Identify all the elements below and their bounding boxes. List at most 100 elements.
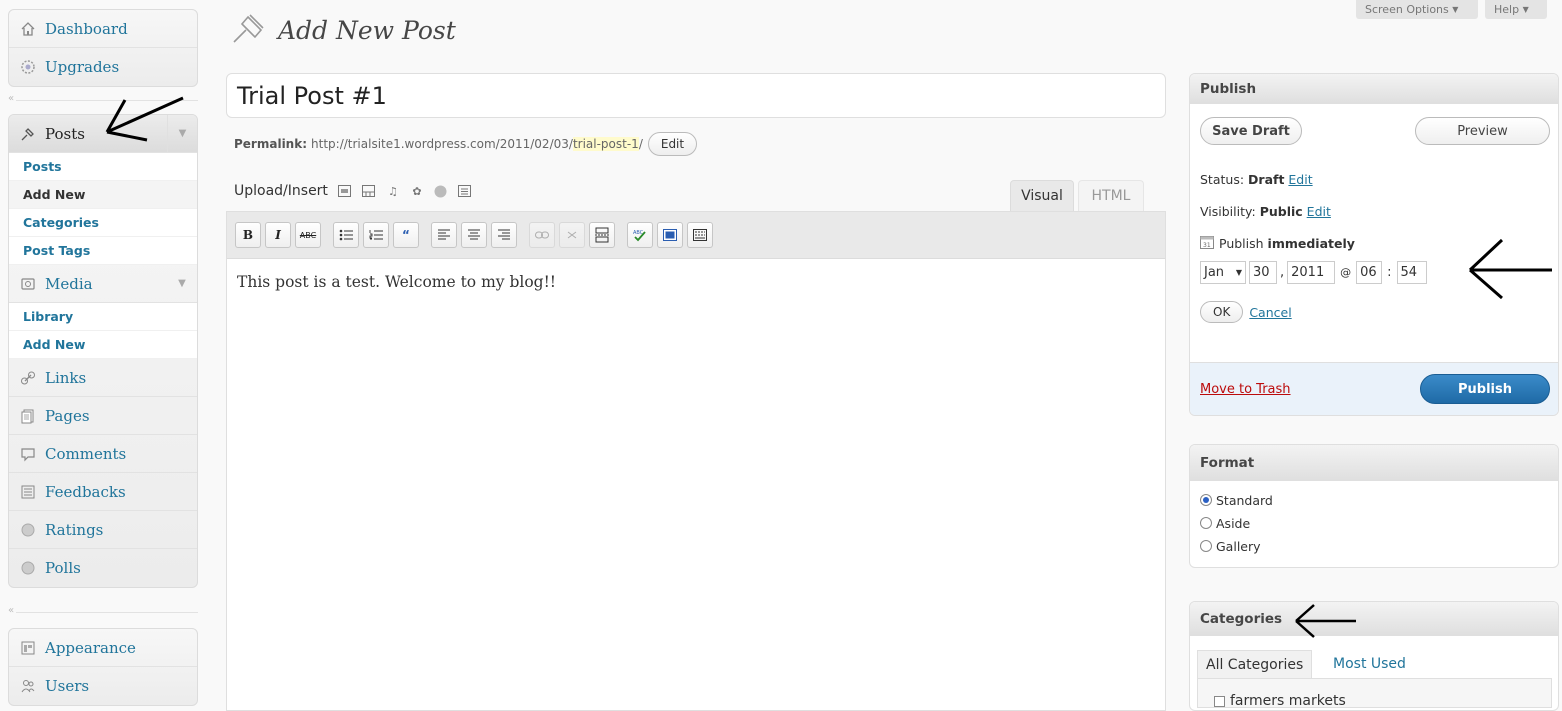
add-poll-icon[interactable] bbox=[434, 184, 448, 198]
editor-content[interactable]: This post is a test. Welcome to my blog!… bbox=[227, 259, 1165, 305]
format-box: Format Standard Aside Gallery bbox=[1189, 444, 1559, 568]
timestamp-actions: OK Cancel bbox=[1200, 301, 1292, 323]
minute-input[interactable]: 54 bbox=[1396, 261, 1427, 284]
insert-link-icon[interactable] bbox=[529, 222, 555, 248]
italic-icon[interactable]: I bbox=[265, 222, 291, 248]
format-option-label: Gallery bbox=[1216, 539, 1261, 554]
publish-button[interactable]: Publish bbox=[1420, 374, 1550, 404]
submenu-item-add-new[interactable]: Add New bbox=[9, 181, 197, 209]
sidebar-item-label: Media bbox=[45, 274, 93, 293]
blockquote-icon[interactable]: “ bbox=[393, 222, 419, 248]
visibility-edit-link[interactable]: Edit bbox=[1307, 204, 1331, 219]
tab-all-categories[interactable]: All Categories bbox=[1197, 650, 1313, 678]
sidebar-item-ratings[interactable]: Ratings bbox=[9, 511, 197, 549]
permalink-edit-button[interactable]: Edit bbox=[647, 132, 698, 156]
permalink-end: / bbox=[638, 137, 643, 151]
cancel-link[interactable]: Cancel bbox=[1249, 305, 1291, 320]
svg-text:31: 31 bbox=[1203, 242, 1211, 249]
kitchen-sink-icon[interactable] bbox=[687, 222, 713, 248]
month-select[interactable]: Jan ▼ bbox=[1200, 261, 1246, 284]
screen-options-button[interactable]: Screen Options ▼ bbox=[1356, 0, 1478, 19]
add-media-icon[interactable]: ✿ bbox=[410, 184, 424, 198]
preview-button[interactable]: Preview bbox=[1415, 117, 1550, 145]
preview-label: Preview bbox=[1457, 123, 1508, 139]
category-item[interactable]: farmers markets bbox=[1214, 693, 1346, 707]
format-option-aside[interactable]: Aside bbox=[1200, 512, 1548, 535]
help-label: Help bbox=[1494, 3, 1520, 16]
sidebar-item-comments[interactable]: Comments bbox=[9, 435, 197, 473]
hour-input[interactable]: 06 bbox=[1356, 261, 1383, 284]
sidebar-item-appearance[interactable]: Appearance bbox=[9, 629, 197, 667]
sidebar-item-upgrades[interactable]: Upgrades bbox=[9, 48, 197, 86]
status-edit-link[interactable]: Edit bbox=[1288, 172, 1312, 187]
sidebar-item-label: Ratings bbox=[45, 520, 104, 539]
fullscreen-icon[interactable] bbox=[657, 222, 683, 248]
sidebar-item-users[interactable]: Users bbox=[9, 667, 197, 705]
tab-most-used[interactable]: Most Used bbox=[1325, 650, 1414, 678]
sidebar-item-media[interactable]: Media ▼ bbox=[9, 265, 197, 303]
editor-toolbar: B I ABC “ ABC bbox=[227, 212, 1165, 259]
ok-button[interactable]: OK bbox=[1200, 301, 1244, 323]
status-row: Status: Draft Edit bbox=[1200, 172, 1313, 187]
dropdown-arrow-icon: ▼ bbox=[1235, 268, 1242, 277]
year-input[interactable]: 2011 bbox=[1287, 261, 1336, 284]
submenu-item-library[interactable]: Library bbox=[9, 303, 197, 331]
add-audio-icon[interactable]: ♫ bbox=[386, 184, 400, 198]
day-input[interactable]: 30 bbox=[1249, 261, 1277, 284]
pushpin-icon bbox=[19, 125, 37, 143]
publish-box-title: Publish bbox=[1190, 74, 1558, 104]
bold-icon[interactable]: B bbox=[235, 222, 261, 248]
strikethrough-icon[interactable]: ABC bbox=[295, 222, 321, 248]
spellcheck-icon[interactable]: ABC bbox=[627, 222, 653, 248]
time-colon: : bbox=[1387, 265, 1392, 280]
sidebar-item-polls[interactable]: Polls bbox=[9, 549, 197, 587]
collapse-icon[interactable]: « bbox=[8, 93, 17, 104]
tab-html[interactable]: HTML bbox=[1078, 180, 1144, 211]
sidebar-item-dashboard[interactable]: Dashboard bbox=[9, 10, 197, 48]
submenu-item-add-new-media[interactable]: Add New bbox=[9, 331, 197, 359]
add-form-icon[interactable] bbox=[458, 184, 472, 198]
align-left-icon[interactable] bbox=[431, 222, 457, 248]
submenu-item-posts[interactable]: Posts bbox=[9, 153, 197, 181]
sidebar-item-pages[interactable]: Pages bbox=[9, 397, 197, 435]
checkbox-icon[interactable] bbox=[1214, 695, 1225, 707]
unlink-icon[interactable] bbox=[559, 222, 585, 248]
save-draft-button[interactable]: Save Draft bbox=[1200, 117, 1302, 145]
format-option-standard[interactable]: Standard bbox=[1200, 489, 1548, 512]
dashboard-icon bbox=[19, 20, 37, 38]
submenu-item-categories[interactable]: Categories bbox=[9, 209, 197, 237]
calendar-icon: 31 bbox=[1200, 235, 1214, 252]
permalink-slug[interactable]: trial-post-1 bbox=[572, 137, 639, 151]
menu-group-bottom: Appearance Users bbox=[8, 628, 198, 706]
radio-icon[interactable] bbox=[1200, 540, 1212, 552]
annotation-arrow-posts bbox=[105, 96, 184, 142]
help-button[interactable]: Help ▼ bbox=[1485, 0, 1547, 19]
sidebar-item-label: Pages bbox=[45, 406, 90, 425]
tab-visual[interactable]: Visual bbox=[1010, 180, 1074, 211]
upload-insert-label: Upload/Insert bbox=[234, 183, 328, 199]
collapse-separator[interactable]: « bbox=[8, 605, 198, 616]
bullet-list-icon[interactable] bbox=[333, 222, 359, 248]
post-editor[interactable]: B I ABC “ ABC This post is a test. Welco… bbox=[226, 211, 1166, 711]
tab-visual-label: Visual bbox=[1021, 188, 1063, 204]
move-to-trash-link[interactable]: Move to Trash bbox=[1200, 382, 1291, 397]
timestamp-fields: Jan ▼ 30 , 2011 @ 06 : 54 bbox=[1200, 261, 1427, 284]
post-title-input[interactable]: Trial Post #1 bbox=[226, 73, 1166, 118]
sidebar-item-feedbacks[interactable]: Feedbacks bbox=[9, 473, 197, 511]
add-video-icon[interactable] bbox=[362, 184, 376, 198]
numbered-list-icon[interactable] bbox=[363, 222, 389, 248]
chevron-down-icon[interactable]: ▼ bbox=[167, 265, 197, 302]
permalink-label: Permalink: bbox=[234, 137, 308, 151]
collapse-icon[interactable]: « bbox=[8, 605, 17, 616]
submenu-item-post-tags[interactable]: Post Tags bbox=[9, 237, 197, 265]
sidebar-item-links[interactable]: Links bbox=[9, 359, 197, 397]
add-image-icon[interactable] bbox=[338, 184, 352, 198]
align-right-icon[interactable] bbox=[491, 222, 517, 248]
radio-selected-icon[interactable] bbox=[1200, 494, 1212, 506]
radio-icon[interactable] bbox=[1200, 517, 1212, 529]
align-center-icon[interactable] bbox=[461, 222, 487, 248]
insert-more-icon[interactable] bbox=[589, 222, 615, 248]
format-option-gallery[interactable]: Gallery bbox=[1200, 535, 1548, 558]
sidebar-item-label: Posts bbox=[45, 124, 85, 143]
sidebar-item-label: Polls bbox=[45, 559, 81, 577]
